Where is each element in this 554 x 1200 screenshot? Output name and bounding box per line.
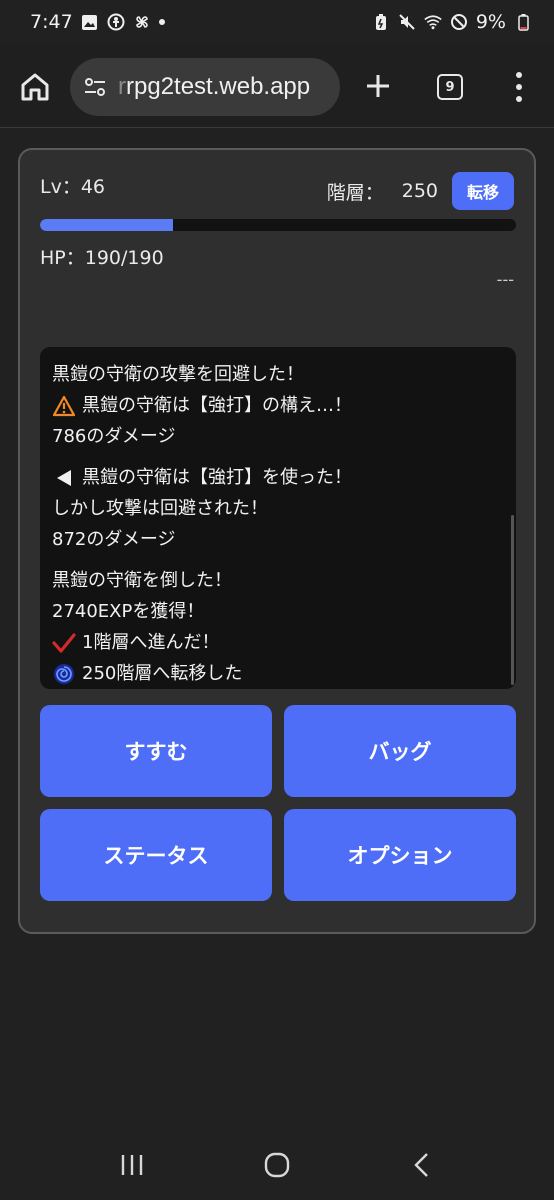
back-button[interactable] — [402, 1145, 442, 1185]
action-buttons: すすむ バッグ ステータス オプション — [40, 705, 516, 901]
pinwheel-icon — [133, 13, 151, 31]
log-line: 250階層へ転移した — [52, 658, 504, 689]
log-group: 黒鎧の守衛の攻撃を回避した！ 黒鎧の守衛は【強打】の構え…！ 786のダメージ — [52, 359, 504, 452]
status-left: 7:47 — [30, 11, 165, 33]
kebab-dot-icon — [516, 84, 522, 90]
site-settings-icon[interactable] — [82, 74, 108, 100]
log-text: しかし攻撃は回避された！ — [52, 498, 268, 519]
accessibility-icon — [107, 13, 125, 31]
recent-apps-button[interactable] — [112, 1145, 152, 1185]
tab-switcher-button[interactable]: 9 — [437, 74, 463, 100]
log-text: 250階層へ転移した — [82, 663, 243, 684]
status-button[interactable]: ステータス — [40, 809, 272, 901]
home-nav-button[interactable] — [257, 1145, 297, 1185]
floor-value: 250 — [401, 180, 438, 202]
system-navigation-bar — [0, 1130, 554, 1200]
url-domain: rpg2test.web.app — [126, 73, 311, 100]
clock: 7:47 — [30, 11, 73, 33]
battery-saver-icon — [372, 13, 390, 31]
url-text[interactable]: rrpg2test.web.app — [118, 73, 310, 101]
kebab-dot-icon — [516, 72, 522, 78]
log-group: 黒鎧の守衛は【強打】を使った！ しかし攻撃は回避された！ 872のダメージ — [52, 462, 504, 555]
exp-bar-fill — [40, 219, 174, 231]
log-line: しかし攻撃は回避された！ — [52, 493, 504, 524]
log-text: 黒鎧の守衛を倒した！ — [52, 570, 232, 591]
check-mark-icon — [52, 631, 76, 655]
recent-apps-icon — [122, 1155, 143, 1175]
enemy-status: --- — [496, 270, 514, 289]
log-line: 黒鎧の守衛の攻撃を回避した！ — [52, 359, 504, 390]
home-button[interactable] — [18, 70, 52, 104]
warning-icon — [52, 394, 76, 418]
log-text: 黒鎧の守衛の攻撃を回避した！ — [52, 364, 304, 385]
log-text: 786のダメージ — [52, 426, 176, 447]
log-text: 黒鎧の守衛は【強打】を使った！ — [82, 467, 352, 488]
log-line: 黒鎧の守衛は【強打】の構え…！ — [52, 390, 504, 421]
battle-log[interactable]: 黒鎧の守衛の攻撃を回避した！ 黒鎧の守衛は【強打】の構え…！ 786のダメージ 黒鎧の… — [40, 347, 516, 689]
status-bar: 7:47 9% — [0, 0, 554, 44]
log-text: 黒鎧の守衛は【強打】の構え…！ — [82, 395, 352, 416]
options-button[interactable]: オプション — [284, 809, 516, 901]
bag-button[interactable]: バッグ — [284, 705, 516, 797]
browser-toolbar: rrpg2test.web.app 9 — [0, 44, 554, 128]
plus-icon — [367, 75, 389, 97]
log-group: 黒鎧の守衛を倒した！ 2740EXPを獲得！ 1階層へ進んだ！ 250階層へ転移した — [52, 565, 504, 689]
log-line: 786のダメージ — [52, 421, 504, 452]
url-faded-text: r — [118, 73, 126, 100]
log-scrollbar[interactable] — [511, 515, 514, 685]
floor-group: 階層： 250 転移 — [327, 172, 514, 210]
kebab-dot-icon — [516, 96, 522, 102]
game-panel: Lv：46 階層： 250 転移 HP：190/190 --- 黒鎧の守衛の攻撃… — [18, 148, 536, 934]
log-line: 2740EXPを獲得！ — [52, 596, 504, 627]
log-line: 黒鎧の守衛を倒した！ — [52, 565, 504, 596]
home-circle-icon — [264, 1152, 290, 1178]
wifi-icon — [424, 13, 442, 31]
log-line: 1階層へ進んだ！ — [52, 627, 504, 658]
log-line: 黒鎧の守衛は【強打】を使った！ — [52, 462, 504, 493]
do-not-disturb-icon — [450, 13, 468, 31]
warp-button[interactable]: 転移 — [452, 172, 514, 210]
back-chevron-icon — [413, 1153, 428, 1177]
left-triangle-icon — [52, 466, 76, 490]
status-right: 9% — [372, 11, 532, 33]
advance-button[interactable]: すすむ — [40, 705, 272, 797]
level-label: Lv：46 — [40, 176, 106, 198]
swirl-icon — [52, 662, 76, 686]
floor-label: 階層： — [326, 181, 384, 204]
gallery-icon — [81, 13, 99, 31]
log-line: 872のダメージ — [52, 524, 504, 555]
battery-percent: 9% — [475, 11, 506, 33]
address-bar[interactable]: rrpg2test.web.app — [70, 58, 340, 116]
home-icon — [21, 73, 49, 101]
more-menu-button[interactable] — [512, 72, 526, 102]
mute-icon — [398, 13, 416, 31]
exp-bar — [40, 219, 516, 231]
hp-label: HP：190/190 — [40, 247, 164, 269]
log-text: 2740EXPを獲得！ — [52, 601, 205, 622]
battery-icon — [514, 13, 532, 31]
log-text: 872のダメージ — [52, 529, 176, 550]
new-tab-button[interactable] — [362, 70, 394, 102]
notification-dot-icon — [158, 19, 165, 25]
log-text: 1階層へ進んだ！ — [82, 632, 220, 653]
